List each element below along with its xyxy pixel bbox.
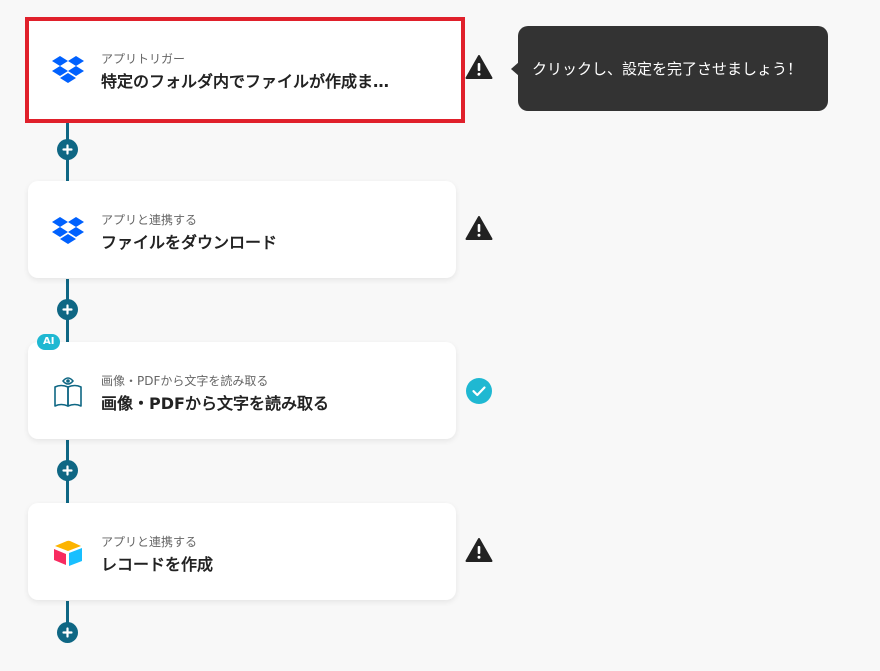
warning-icon[interactable]: [465, 54, 493, 80]
add-step-button[interactable]: [57, 299, 78, 320]
flow-connector: [66, 601, 69, 623]
warning-icon[interactable]: [465, 537, 493, 563]
step-subtitle: アプリトリガー: [101, 52, 186, 66]
flow-step-trigger[interactable]: アプリトリガー 特定のフォルダ内でファイルが作成ま…: [25, 17, 465, 123]
plus-icon: [62, 627, 73, 638]
add-step-button[interactable]: [57, 622, 78, 643]
dropbox-icon: [51, 53, 85, 87]
dropbox-icon: [51, 214, 85, 248]
flow-step-create-record[interactable]: アプリと連携する レコードを作成: [28, 503, 456, 600]
step-title: 特定のフォルダ内でファイルが作成ま…: [101, 72, 390, 91]
step-subtitle: アプリと連携する: [101, 213, 198, 227]
step-subtitle: 画像・PDFから文字を読み取る: [101, 374, 269, 388]
add-step-button[interactable]: [57, 139, 78, 160]
airtable-icon: [51, 536, 85, 570]
setup-tooltip: クリックし、設定を完了させましょう！: [511, 26, 828, 111]
step-title: 画像・PDFから文字を読み取る: [101, 394, 329, 413]
tooltip-text: クリックし、設定を完了させましょう！: [532, 60, 803, 78]
add-step-button[interactable]: [57, 460, 78, 481]
ai-badge: AI: [37, 334, 61, 350]
plus-icon: [62, 465, 73, 476]
flow-step-download[interactable]: アプリと連携する ファイルをダウンロード: [28, 181, 456, 278]
step-title: レコードを作成: [101, 555, 214, 574]
plus-icon: [62, 144, 73, 155]
step-subtitle: アプリと連携する: [101, 535, 198, 549]
warning-icon[interactable]: [465, 215, 493, 241]
step-title: ファイルをダウンロード: [101, 233, 278, 252]
ocr-book-icon: [51, 375, 85, 409]
plus-icon: [62, 304, 73, 315]
flow-step-ocr[interactable]: AI 画像・PDFから文字を読み取る 画像・PDFから文字を読み取る: [28, 334, 456, 439]
check-complete-icon[interactable]: [465, 378, 493, 404]
